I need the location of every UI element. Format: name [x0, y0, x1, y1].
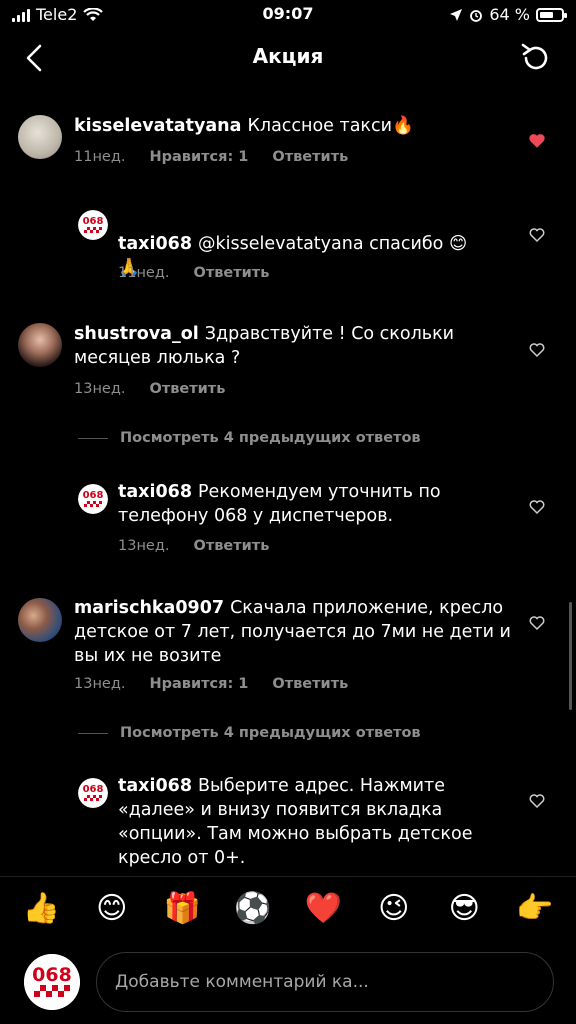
likes-count[interactable]: Нравится: 1 — [150, 676, 249, 692]
view-more-label[interactable]: Посмотреть 4 предыдущих ответов — [120, 430, 421, 446]
comment-meta: 11нед. Ответить — [118, 265, 269, 281]
heart-outline-icon[interactable] — [528, 341, 546, 359]
emoji-wink[interactable]: 😉 — [374, 891, 414, 926]
comment-time: 11нед. — [118, 265, 170, 281]
emoji-sunglasses[interactable]: 😎 — [444, 891, 484, 926]
comment-text: taxi068 Рекомендуем уточнить по телефону … — [118, 480, 468, 528]
comment-meta: 11нед. Нравится: 1 Ответить — [74, 149, 348, 165]
emoji-quick-bar: 👍 😊 🎁 ⚽ ❤️ 😉 😎 👉 — [0, 876, 576, 940]
comment-item: marischka0907 Скачала приложение, кресло … — [0, 592, 576, 702]
heart-outline-icon[interactable] — [528, 614, 546, 632]
battery-icon — [536, 7, 567, 22]
comment-meta: 13нед. Нравится: 1 Ответить — [74, 676, 348, 692]
likes-count[interactable]: Нравится: 1 — [150, 149, 249, 165]
svg-text:068: 068 — [83, 216, 104, 227]
alarm-icon — [470, 9, 483, 22]
emoji-heart[interactable]: ❤️ — [303, 891, 343, 926]
view-previous-replies[interactable]: Посмотреть 4 предыдущих ответов — [78, 430, 421, 446]
emoji-point-right[interactable]: 👉 — [515, 891, 555, 926]
divider-line — [78, 732, 108, 734]
heart-filled-icon[interactable] — [528, 132, 546, 150]
emoji-thumbs-up[interactable]: 👍 — [21, 891, 61, 926]
heart-outline-icon[interactable] — [528, 226, 546, 244]
reply-item: 068 taxi068 @kisselevatatyana спасибо 😊 🙏… — [0, 200, 576, 300]
page-title: Акция — [252, 44, 324, 68]
comment-item: kisselevatatyana Классное такси🔥 11нед. Н… — [0, 92, 576, 192]
taxi068-logo-icon: 068 — [78, 778, 108, 808]
comment-username[interactable]: taxi068 — [118, 482, 192, 502]
view-previous-replies[interactable]: Посмотреть 4 предыдущих ответов — [78, 725, 421, 741]
reply-button[interactable]: Ответить — [194, 265, 270, 281]
emoji-soccer-ball[interactable]: ⚽ — [233, 891, 273, 926]
reply-item: 068 taxi068 Рекомендуем уточнить по телеф… — [0, 480, 576, 570]
comment-item: shustrova_ol Здравствуйте ! Со скольки ме… — [0, 316, 576, 406]
taxi068-logo-icon: 068 — [78, 210, 108, 240]
view-more-label[interactable]: Посмотреть 4 предыдущих ответов — [120, 725, 421, 741]
comment-username[interactable]: marischka0907 — [74, 598, 224, 618]
comment-username[interactable]: kisselevatatyana — [74, 116, 241, 136]
emoji-gift[interactable]: 🎁 — [162, 891, 202, 926]
comment-text: shustrova_ol Здравствуйте ! Со скольки ме… — [74, 322, 494, 370]
comment-meta: 13нед. Ответить — [118, 538, 269, 554]
heart-outline-icon[interactable] — [528, 498, 546, 516]
svg-text:068: 068 — [83, 784, 104, 795]
comment-body: Классное такси🔥 — [247, 116, 414, 136]
avatar[interactable] — [18, 598, 62, 642]
reply-button[interactable]: Ответить — [272, 149, 348, 165]
battery-label: 64 % — [489, 5, 530, 24]
reply-item: 068 taxi068 Выберите адрес. Нажмите «дале… — [0, 774, 576, 867]
taxi068-logo-icon: 068 — [24, 954, 80, 1010]
comment-time: 11нед. — [74, 149, 126, 165]
comment-time: 13нед. — [74, 676, 126, 692]
comment-text: kisselevatatyana Классное такси🔥 — [74, 114, 514, 138]
reply-button[interactable]: Ответить — [150, 381, 226, 397]
location-arrow-icon — [450, 8, 463, 21]
refresh-icon[interactable] — [518, 40, 554, 76]
avatar[interactable]: 068 — [78, 210, 108, 240]
avatar[interactable]: 068 — [78, 484, 108, 514]
status-right: 64 % — [449, 5, 567, 24]
comment-text: taxi068 Выберите адрес. Нажмите «далее» и… — [118, 774, 488, 867]
divider-line — [78, 437, 108, 439]
header: Акция — [0, 30, 576, 88]
heart-outline-icon[interactable] — [528, 792, 546, 810]
taxi068-logo-icon: 068 — [78, 484, 108, 514]
emoji-smile[interactable]: 😊 — [92, 891, 132, 926]
reply-button[interactable]: Ответить — [194, 538, 270, 554]
comment-time: 13нед. — [118, 538, 170, 554]
avatar[interactable]: 068 — [78, 778, 108, 808]
comment-composer: 068 Добавьте комментарий ка... — [0, 948, 576, 1024]
current-user-avatar: 068 — [24, 954, 80, 1010]
comment-username[interactable]: taxi068 — [118, 234, 192, 254]
status-bar: Tele2 09:07 64 % — [0, 0, 576, 30]
comment-input[interactable]: Добавьте комментарий ка... — [96, 952, 554, 1012]
comment-username[interactable]: taxi068 — [118, 776, 192, 796]
comments-list[interactable]: kisselevatatyana Классное такси🔥 11нед. Н… — [0, 92, 576, 867]
reply-button[interactable]: Ответить — [272, 676, 348, 692]
svg-text:068: 068 — [83, 490, 104, 501]
logo-text: 068 — [32, 964, 72, 986]
scrollbar[interactable] — [569, 602, 572, 710]
comment-text: marischka0907 Скачала приложение, кресло … — [74, 596, 514, 668]
comment-meta: 13нед. Ответить — [74, 381, 225, 397]
avatar[interactable] — [18, 323, 62, 367]
battery-fill — [540, 11, 553, 18]
comment-username[interactable]: shustrova_ol — [74, 324, 199, 344]
comment-time: 13нед. — [74, 381, 126, 397]
avatar[interactable] — [18, 115, 62, 159]
